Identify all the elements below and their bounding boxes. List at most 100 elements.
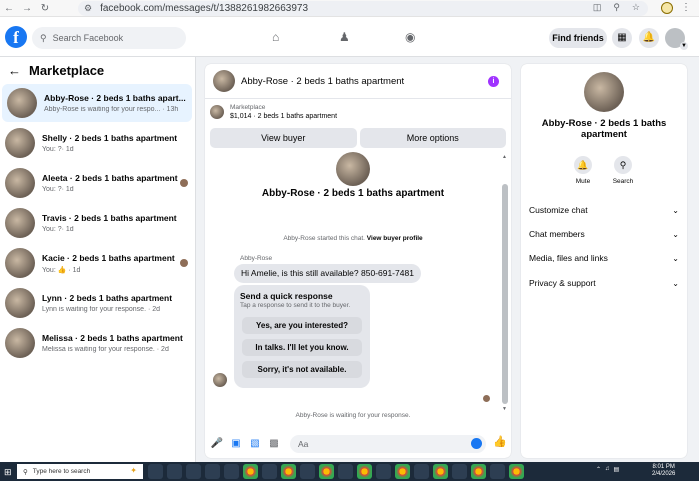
home-icon[interactable]: ⌂ — [272, 30, 279, 44]
quick-response-subtitle: Tap a response to send it to the buyer. — [240, 302, 351, 309]
speaker-icon[interactable]: ♫ — [605, 466, 610, 473]
conversation-thumbnail — [7, 88, 37, 118]
sticker-icon[interactable]: ▧ — [248, 437, 262, 451]
chevron-down-icon: ⌄ — [672, 253, 679, 263]
search-placeholder: Search Facebook — [52, 33, 124, 43]
taskbar-app-icon[interactable] — [357, 464, 372, 479]
reload-icon[interactable]: ↻ — [36, 3, 54, 14]
conversation-text: Shelly · 2 beds 1 baths apartment You: ?·… — [42, 133, 196, 153]
conversation-name: Abby-Rose · 2 beds 1 baths apart... — [44, 93, 186, 103]
chat-members-row[interactable]: Chat members ⌄ — [529, 225, 679, 243]
message-composer: 🎤 ▣ ▧ ▩ Aa 👍 — [205, 433, 511, 455]
install-icon[interactable]: ◫ — [593, 2, 602, 13]
chat-title[interactable]: Abby-Rose · 2 beds 1 baths apartment — [241, 76, 404, 87]
customize-chat-row[interactable]: Customize chat ⌄ — [529, 201, 679, 219]
scrollbar-thumb[interactable] — [502, 184, 508, 404]
conversation-item[interactable]: Travis · 2 beds 1 baths apartment You: ?·… — [0, 204, 196, 242]
bell-icon[interactable]: 🔔 — [574, 156, 592, 174]
menu-grid-icon[interactable]: ▦ — [612, 28, 632, 48]
system-tray: ⌃ ♫ ▤ — [596, 466, 619, 473]
address-bar[interactable]: ⚙ facebook.com/messages/t/13882619826639… — [78, 1, 648, 16]
privacy-support-row[interactable]: Privacy & support ⌄ — [529, 274, 679, 292]
quick-response-yes-button[interactable]: Yes, are you interested? — [242, 317, 362, 334]
browser-menu-icon[interactable]: ⋮ — [681, 2, 691, 13]
back-icon[interactable]: ← — [0, 3, 18, 14]
thumbs-up-icon[interactable]: 👍 — [493, 435, 507, 448]
message-input[interactable]: Aa — [290, 435, 486, 453]
scroll-up-arrow-icon[interactable]: ▲ — [502, 154, 507, 160]
photo-icon[interactable]: ▣ — [229, 437, 243, 451]
taskbar-app-icon[interactable] — [433, 464, 448, 479]
taskbar-app-icon[interactable] — [509, 464, 524, 479]
conversation-item[interactable]: Aleeta · 2 beds 1 baths apartment You: ?·… — [0, 164, 196, 202]
search-icon[interactable]: ⚲ — [614, 156, 632, 174]
chat-avatar[interactable] — [213, 70, 235, 92]
bookmark-star-icon[interactable]: ☆ — [632, 2, 640, 13]
taskbar-app-icon[interactable] — [338, 464, 353, 479]
taskbar-app-icon[interactable] — [490, 464, 505, 479]
sender-avatar — [213, 373, 227, 387]
friends-icon[interactable]: ♟ — [339, 30, 350, 44]
taskbar-app-icon[interactable] — [376, 464, 391, 479]
conversation-text: Abby-Rose · 2 beds 1 baths apart... Abby-… — [44, 93, 192, 113]
conversation-name: Shelly · 2 beds 1 baths apartment — [42, 133, 178, 143]
search-action[interactable]: ⚲ Search — [603, 156, 643, 185]
media-files-links-row[interactable]: Media, files and links ⌄ — [529, 249, 679, 267]
tray-chevron-icon[interactable]: ⌃ — [596, 466, 601, 473]
quick-response-in-talks-button[interactable]: In talks. I'll let you know. — [242, 339, 362, 356]
taskbar-app-icon[interactable] — [167, 464, 182, 479]
quick-response-not-available-button[interactable]: Sorry, it's not available. — [242, 361, 362, 378]
find-friends-button[interactable]: Find friends — [549, 28, 607, 48]
taskbar-app-icon[interactable] — [471, 464, 486, 479]
taskbar-app-icon[interactable] — [414, 464, 429, 479]
zoom-icon[interactable]: ⚲ — [613, 2, 620, 13]
conversation-item[interactable]: Lynn · 2 beds 1 baths apartment Lynn is w… — [0, 284, 196, 322]
taskbar-app-icon[interactable] — [148, 464, 163, 479]
conversation-item[interactable]: Melissa · 2 beds 1 baths apartment Meliss… — [0, 324, 196, 362]
emoji-icon[interactable] — [471, 438, 482, 449]
site-settings-icon[interactable]: ⚙ — [84, 3, 92, 14]
back-arrow-icon[interactable]: ← — [8, 63, 21, 78]
gif-icon[interactable]: ▩ — [267, 437, 281, 451]
view-buyer-button[interactable]: View buyer — [210, 128, 357, 148]
taskbar-app-icon[interactable] — [224, 464, 239, 479]
conversation-thumbnail — [5, 168, 35, 198]
taskbar-search-input[interactable]: ⚲ Type here to search ✦ — [17, 464, 143, 479]
microphone-icon[interactable]: 🎤 — [210, 437, 224, 451]
conversation-item[interactable]: Shelly · 2 beds 1 baths apartment You: ?·… — [0, 124, 196, 162]
browser-profile-icon[interactable] — [661, 2, 673, 14]
taskbar-app-icon[interactable] — [395, 464, 410, 479]
conversation-item[interactable]: Kacie · 2 beds 1 baths apartment You: 👍 ·… — [0, 244, 196, 282]
facebook-logo[interactable]: f — [5, 26, 27, 48]
more-options-button[interactable]: More options — [359, 128, 506, 148]
taskbar-app-icon[interactable] — [243, 464, 258, 479]
info-icon[interactable]: i — [488, 76, 499, 87]
taskbar-app-icon[interactable] — [281, 464, 296, 479]
taskbar-apps — [148, 464, 524, 479]
taskbar-app-icon[interactable] — [262, 464, 277, 479]
search-input[interactable]: ⚲ Search Facebook — [32, 27, 186, 49]
clock-time: 8:01 PM — [652, 464, 675, 470]
taskbar-app-icon[interactable] — [186, 464, 201, 479]
chat-scrollbar[interactable]: ▲ ▼ — [502, 154, 508, 414]
notifications-bell-icon[interactable]: 🔔 — [639, 28, 659, 48]
chat-details-panel: Abby-Rose · 2 beds 1 baths apartment 🔔 M… — [521, 64, 687, 458]
scroll-down-arrow-icon[interactable]: ▼ — [502, 406, 507, 412]
conversation-item[interactable]: Abby-Rose · 2 beds 1 baths apart... Abby-… — [2, 84, 192, 122]
mute-action[interactable]: 🔔 Mute — [563, 156, 603, 185]
view-buyer-profile-link[interactable]: View buyer profile — [367, 235, 423, 242]
chevron-down-icon[interactable]: ▼ — [680, 42, 688, 50]
gaming-icon[interactable]: ◉ — [405, 30, 415, 44]
conversation-subtitle: You: ?· 1d — [42, 226, 74, 233]
taskbar-app-icon[interactable] — [205, 464, 220, 479]
taskbar-app-icon[interactable] — [300, 464, 315, 479]
windows-start-icon[interactable]: ⊞ — [4, 467, 14, 477]
quick-response-title: Send a quick response — [240, 291, 333, 301]
forward-icon[interactable]: → — [18, 3, 36, 14]
listing-summary[interactable]: Marketplace $1,014 · 2 beds 1 baths apar… — [210, 104, 337, 120]
chat-profile-photo — [336, 152, 370, 186]
taskbar-app-icon[interactable] — [319, 464, 334, 479]
network-icon[interactable]: ▤ — [614, 466, 620, 473]
taskbar-clock[interactable]: 8:01 PM 2/4/2026 — [652, 464, 675, 478]
taskbar-app-icon[interactable] — [452, 464, 467, 479]
